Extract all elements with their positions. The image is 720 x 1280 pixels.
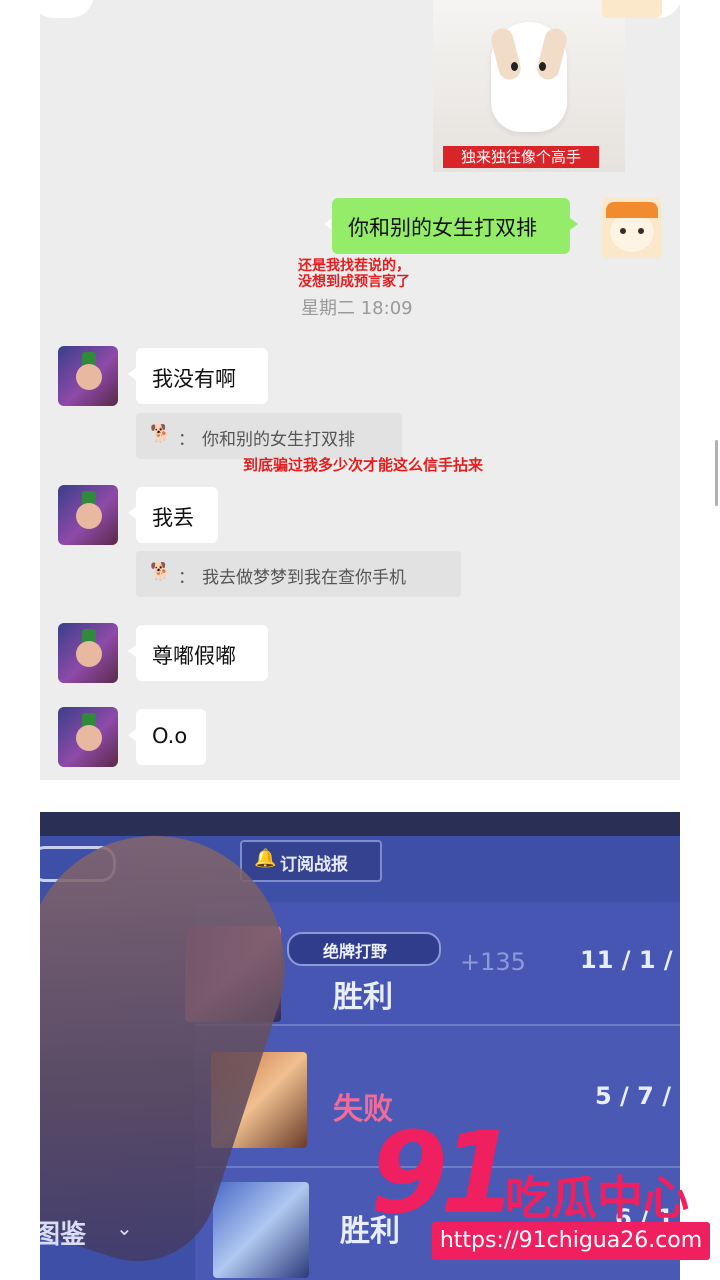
annotation-line-2: 没想到成预言家了 [298,274,410,290]
chevron-down-icon[interactable]: ⌄ [116,1216,133,1240]
match-result: 胜利 [333,980,393,1015]
watermark-number: 91 [370,1109,518,1239]
quote-colon: ： [178,568,195,588]
sent-message-bubble[interactable]: 你和别的女生打双排 [324,198,578,254]
received-message-bubble[interactable]: 尊嘟假嘟 [128,625,268,681]
friend-avatar[interactable] [58,623,118,683]
annotation-prophet: 还是我找茬说的， 没想到成预言家了 [298,258,410,290]
subscribe-button[interactable]: 🔔 订阅战报 [240,840,382,882]
dog-icon: 🐕 [150,424,172,444]
bunny-image [489,22,569,132]
quote-text: 你和别的女生打双排 [202,430,355,450]
my-avatar-top[interactable] [602,0,662,18]
timestamp: 星期二 18:09 [301,298,413,319]
chat-screenshot: 独来独往像个高手 你和别的女生打双排 还是我找茬说的， 没想到成预言家了 星期二… [40,0,680,780]
annotation-lies: 到底骗过我多少次才能这么信手拈来 [243,456,484,474]
received-message-bubble[interactable]: 我丢 [128,487,218,543]
received-message-bubble[interactable]: O.o [128,709,206,765]
annotation-line-1: 还是我找茬说的， [298,258,410,274]
received-message-bubble[interactable]: 我没有啊 [128,348,268,404]
top-button-left[interactable] [40,0,94,18]
bell-icon: 🔔 [254,848,277,869]
my-avatar[interactable] [602,198,662,258]
message-text: 我没有啊 [152,367,236,391]
quote-text: 我去做梦梦到我在查你手机 [202,568,406,588]
hero-portrait [213,1182,309,1278]
watermark-name: 吃瓜中心 [505,1171,689,1225]
kda: 11 / 1 / [580,946,673,974]
quote-colon: ： [178,430,195,450]
badge-label: 绝牌打野 [323,942,388,961]
rank-badge: 绝牌打野 [287,932,441,966]
sticker-caption: 独来独往像个高手 [443,146,599,168]
score-change: +135 [460,948,526,976]
sent-message-text: 你和别的女生打双排 [348,216,537,240]
scroll-indicator[interactable] [715,440,718,506]
quoted-message[interactable]: 🐕 ： 你和别的女生打双排 [136,413,402,459]
friend-avatar[interactable] [58,707,118,767]
message-text: 尊嘟假嘟 [152,644,236,668]
top-bar [40,812,680,836]
dog-icon: 🐕 [150,562,172,582]
watermark-url[interactable]: https://91chigua26.com [432,1222,710,1260]
message-text: 我丢 [152,506,194,530]
side-label[interactable]: 图鉴 [40,1214,86,1251]
bunny-sticker[interactable]: 独来独往像个高手 [433,0,625,172]
kda: 5 / 7 / [595,1082,671,1110]
subscribe-label: 订阅战报 [280,855,348,875]
friend-avatar[interactable] [58,485,118,545]
quoted-message[interactable]: 🐕 ： 我去做梦梦到我在查你手机 [136,551,461,597]
message-text: O.o [152,724,188,748]
friend-avatar[interactable] [58,346,118,406]
